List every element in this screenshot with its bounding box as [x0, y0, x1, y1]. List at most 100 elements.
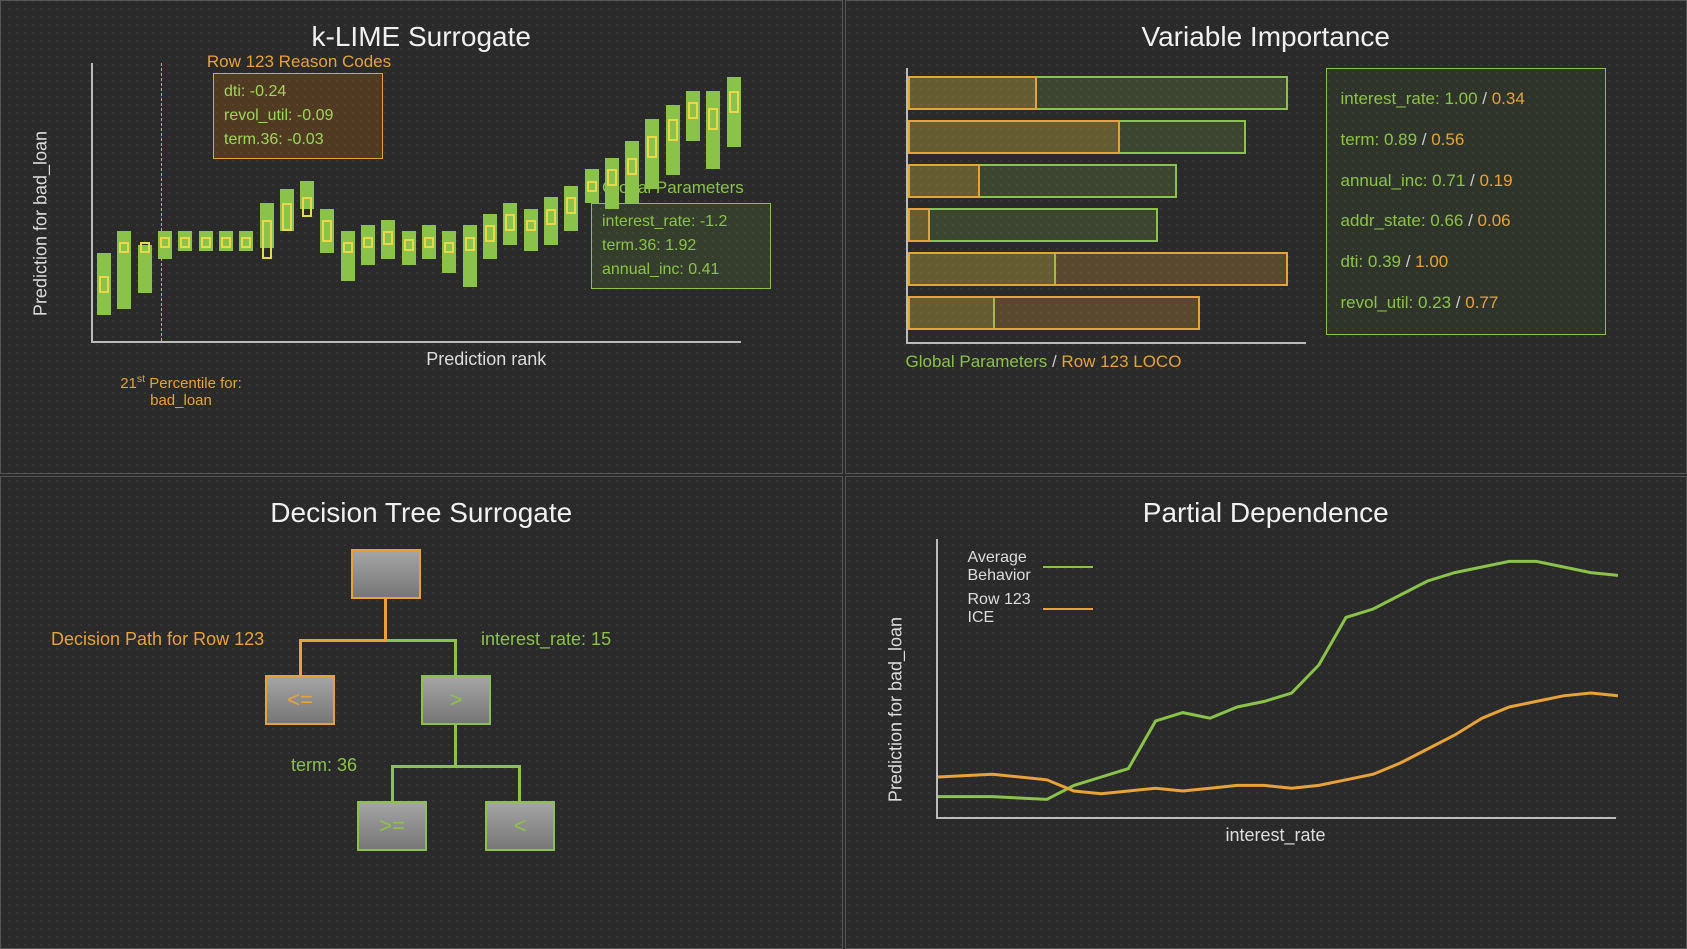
vi-bar-global: [908, 208, 1159, 242]
klime-candle-yellow: [627, 158, 637, 175]
tree-edge: [387, 639, 457, 642]
tree-edge: [454, 725, 457, 765]
tree-split1-label: interest_rate: 15: [481, 629, 611, 650]
reason-codes-title: Row 123 Reason Codes: [199, 52, 399, 72]
klime-candle-yellow: [708, 108, 718, 130]
vi-bottom-loco: Row 123 LOCO: [1061, 352, 1181, 371]
vi-bar-loco: [908, 76, 1037, 110]
klime-candle-yellow: [140, 242, 150, 253]
tree-edge: [391, 765, 521, 768]
klime-candle-yellow: [485, 225, 495, 242]
klime-candle-yellow: [383, 231, 393, 245]
vi-bar-loco: [908, 164, 980, 198]
vi-bar-chart: [906, 68, 1306, 344]
tree-root-node: [351, 549, 421, 599]
klime-candle-yellow: [241, 237, 251, 248]
reason-row-0: dti: -0.24: [224, 80, 372, 104]
tree-edge: [454, 639, 457, 675]
vi-legend-row: interest_rate: 1.00 / 0.34: [1341, 79, 1591, 120]
klime-candle-yellow: [119, 242, 129, 253]
vi-legend-row: annual_inc: 0.71 / 0.19: [1341, 161, 1591, 202]
global-row-1: term.36: 1.92: [602, 234, 760, 258]
klime-candle-green: [706, 91, 720, 169]
panel-partial-dependence: Partial Dependence Prediction for bad_lo…: [845, 476, 1687, 949]
klime-candle-yellow: [221, 237, 231, 248]
vi-bar-loco: [908, 208, 931, 242]
klime-candle-yellow: [302, 197, 312, 217]
klime-chart: Prediction for bad_loan Row 123 Reason C…: [81, 63, 812, 363]
klime-candle-yellow: [424, 237, 434, 248]
vi-title: Variable Importance: [876, 21, 1657, 53]
global-row-2: annual_inc: 0.41: [602, 258, 760, 282]
tree-node-lt: <: [485, 801, 555, 851]
tree-node-lte: <=: [265, 675, 335, 725]
klime-candle-green: [341, 231, 355, 281]
klime-candle-yellow: [688, 102, 698, 119]
klime-candle-yellow: [465, 237, 475, 251]
tree-diagram: Decision Path for Row 123 interest_rate:…: [31, 539, 812, 899]
tree-edge: [391, 765, 394, 801]
klime-candle-yellow: [444, 242, 454, 253]
klime-candle-yellow: [99, 276, 109, 293]
klime-candle-yellow: [201, 237, 211, 248]
vi-bottom-legend: Global Parameters / Row 123 LOCO: [906, 352, 1657, 372]
klime-candle-yellow: [505, 214, 515, 231]
percentile-label: 21st Percentile for: bad_loan: [111, 373, 251, 409]
pd-ylabel: Prediction for bad_loan: [885, 616, 906, 801]
percentile-marker: [161, 63, 162, 341]
panel-klime: k-LIME Surrogate Prediction for bad_loan…: [0, 0, 843, 474]
klime-candle-yellow: [404, 239, 414, 250]
klime-candle-yellow: [729, 91, 739, 113]
panel-decision-tree: Decision Tree Surrogate Decision Path fo…: [0, 476, 843, 949]
global-row-0: interest_rate: -1.2: [602, 210, 760, 234]
reason-row-1: revol_util: -0.09: [224, 104, 372, 128]
pd-legend-ice: Row 123 ICE: [968, 591, 1031, 627]
pd-line: [938, 693, 1618, 794]
vi-bar-loco: [908, 252, 1288, 286]
klime-candle-yellow: [262, 220, 272, 259]
pd-legend-avg: Average Behavior: [968, 549, 1031, 585]
tree-path-label: Decision Path for Row 123: [51, 629, 264, 650]
klime-candle-yellow: [343, 242, 353, 253]
klime-candle-yellow: [546, 209, 556, 226]
klime-candle-yellow: [587, 181, 597, 192]
panel-variable-importance: Variable Importance interest_rate: 1.00 …: [845, 0, 1687, 474]
vi-legend-row: dti: 0.39 / 1.00: [1341, 242, 1591, 283]
tree-edge: [384, 599, 387, 639]
klime-candle-green: [463, 225, 477, 287]
vi-legend-box: interest_rate: 1.00 / 0.34term: 0.89 / 0…: [1326, 68, 1606, 335]
tree-edge: [299, 639, 302, 675]
pd-plot-area: Average Behavior Row 123 ICE: [936, 539, 1616, 819]
klime-candle-yellow: [647, 136, 657, 158]
vi-legend-row: revol_util: 0.23 / 0.77: [1341, 283, 1591, 324]
vi-legend-row: addr_state: 0.66 / 0.06: [1341, 201, 1591, 242]
pd-legend-line-green: [1043, 566, 1093, 568]
tree-edge: [299, 639, 387, 642]
klime-ylabel: Prediction for bad_loan: [31, 131, 52, 316]
vi-bar-loco: [908, 120, 1121, 154]
klime-candle-yellow: [526, 220, 536, 231]
klime-candle-yellow: [322, 220, 332, 242]
klime-candle-yellow: [566, 197, 576, 214]
pd-title: Partial Dependence: [876, 497, 1657, 529]
klime-candle-yellow: [363, 237, 373, 248]
global-params-title: Global Parameters: [602, 178, 744, 198]
klime-candle-yellow: [282, 203, 292, 231]
klime-candle-yellow: [607, 169, 617, 186]
klime-title: k-LIME Surrogate: [31, 21, 812, 53]
tree-title: Decision Tree Surrogate: [31, 497, 812, 529]
tree-node-gte: >=: [357, 801, 427, 851]
vi-bar-loco: [908, 296, 1201, 330]
reason-codes-box: Row 123 Reason Codes dti: -0.24 revol_ut…: [213, 73, 383, 159]
tree-split2-label: term: 36: [291, 755, 357, 776]
klime-candle-yellow: [180, 237, 190, 248]
klime-candle-yellow: [668, 119, 678, 141]
reason-row-2: term.36: -0.03: [224, 128, 372, 152]
vi-legend-row: term: 0.89 / 0.56: [1341, 120, 1591, 161]
klime-xlabel: Prediction rank: [161, 349, 812, 370]
global-params-box: Global Parameters interest_rate: -1.2 te…: [591, 203, 771, 289]
pd-xlabel: interest_rate: [936, 825, 1616, 846]
klime-plot-area: Row 123 Reason Codes dti: -0.24 revol_ut…: [91, 63, 741, 343]
pd-legend: Average Behavior Row 123 ICE: [968, 549, 1093, 633]
vi-bottom-global: Global Parameters: [906, 352, 1048, 371]
